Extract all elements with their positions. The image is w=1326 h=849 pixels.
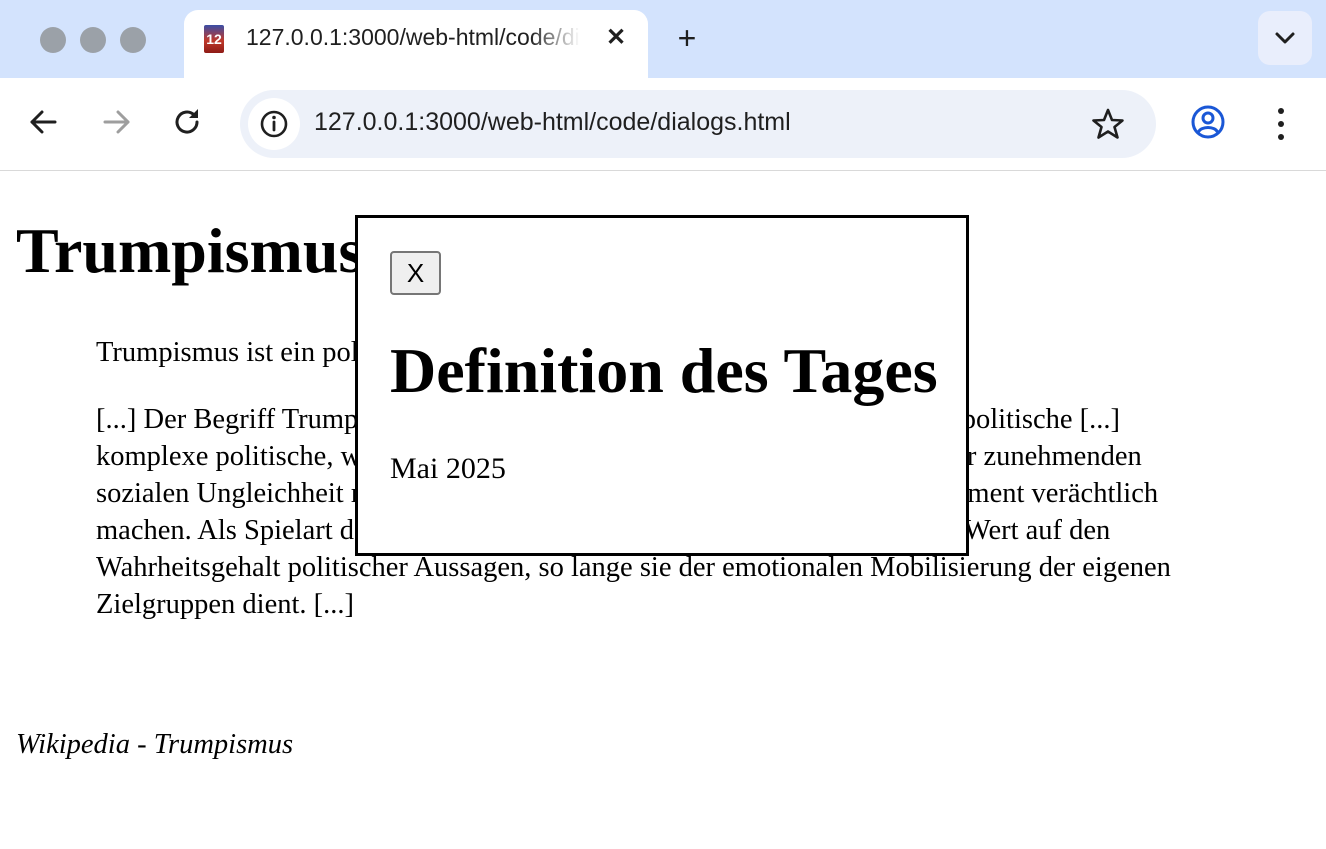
page-title: Trumpismus (16, 215, 364, 286)
dialog-close-button[interactable]: X (390, 251, 441, 295)
menu-icon (1278, 108, 1284, 140)
url-text[interactable]: 127.0.0.1:3000/web-html/code/dialogs.htm… (314, 108, 791, 137)
bookmark-star-icon (1092, 108, 1124, 139)
address-bar[interactable]: 127.0.0.1:3000/web-html/code/dialogs.htm… (240, 90, 1156, 158)
tab-search-button[interactable] (1258, 11, 1312, 65)
forward-button[interactable] (96, 102, 136, 142)
info-icon (260, 110, 288, 138)
active-tab[interactable]: 12 127.0.0.1:3000/web-html/code/dialogs.… (184, 10, 648, 78)
chevron-down-icon (1275, 32, 1295, 44)
site-info-button[interactable] (248, 98, 300, 150)
minimize-window-dot[interactable] (80, 27, 106, 53)
bookmark-button[interactable] (1090, 106, 1126, 142)
new-tab-button[interactable]: + (670, 22, 704, 56)
close-window-dot[interactable] (40, 27, 66, 53)
forward-icon (103, 110, 130, 134)
back-icon (30, 110, 57, 134)
dialog-title: Definition des Tages (390, 335, 938, 406)
quote-source: Wikipedia - Trumpismus (16, 729, 294, 760)
profile-icon (1191, 105, 1225, 139)
dialog-date: Mai 2025 (390, 452, 506, 485)
reload-button[interactable] (167, 102, 207, 142)
reload-icon (175, 109, 199, 134)
browser-toolbar: 127.0.0.1:3000/web-html/code/dialogs.htm… (0, 78, 1326, 171)
back-button[interactable] (24, 102, 64, 142)
favicon-icon: 12 (204, 25, 224, 53)
maximize-window-dot[interactable] (120, 27, 146, 53)
tab-close-button[interactable]: ✕ (602, 24, 630, 52)
tab-strip: 12 127.0.0.1:3000/web-html/code/dialogs.… (0, 0, 1326, 78)
browser-menu-button[interactable] (1266, 104, 1296, 144)
tab-title: 127.0.0.1:3000/web-html/code/dialogs.htm… (246, 24, 580, 50)
profile-button[interactable] (1190, 104, 1226, 140)
definition-dialog: X Definition des Tages Mai 2025 (355, 215, 969, 556)
